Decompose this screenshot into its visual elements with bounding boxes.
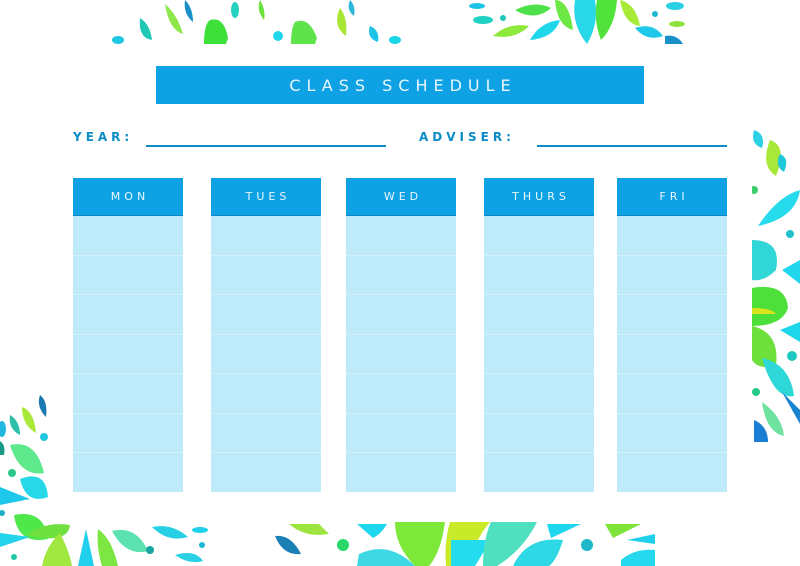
schedule-slot[interactable] [484, 295, 594, 335]
schedule-slot[interactable] [484, 256, 594, 296]
day-header: TUES [211, 178, 321, 216]
day-header: FRI [617, 178, 727, 216]
day-header: MON [73, 178, 183, 216]
decorative-petals-right [752, 130, 800, 442]
schedule-slot[interactable] [211, 216, 321, 256]
day-column-thurs: THURS [484, 178, 594, 492]
decorative-petals-top-left [110, 0, 440, 44]
schedule-slot[interactable] [211, 374, 321, 414]
day-label: THURS [512, 190, 570, 203]
decorative-petals-top-right [465, 0, 690, 44]
adviser-field[interactable] [537, 145, 727, 147]
schedule-slot[interactable] [484, 216, 594, 256]
decorative-petals-bottom-center [265, 520, 655, 566]
schedule-slot[interactable] [346, 414, 456, 454]
schedule-slot[interactable] [484, 453, 594, 492]
schedule-slot[interactable] [211, 335, 321, 375]
schedule-slot[interactable] [617, 216, 727, 256]
day-label: MON [110, 190, 150, 203]
schedule-slot[interactable] [617, 335, 727, 375]
day-header: WED [346, 178, 456, 216]
schedule-slot[interactable] [346, 216, 456, 256]
schedule-slot[interactable] [73, 374, 183, 414]
schedule-slot[interactable] [346, 256, 456, 296]
schedule-slot[interactable] [211, 414, 321, 454]
day-label: WED [383, 190, 423, 203]
schedule-slot[interactable] [484, 414, 594, 454]
schedule-slot[interactable] [211, 256, 321, 296]
schedule-slot[interactable] [211, 295, 321, 335]
day-slots [211, 216, 321, 492]
schedule-slot[interactable] [346, 453, 456, 492]
year-field[interactable] [146, 145, 386, 147]
day-column-fri: FRI [617, 178, 727, 492]
schedule-slot[interactable] [617, 414, 727, 454]
schedule-slot[interactable] [617, 256, 727, 296]
day-header: THURS [484, 178, 594, 216]
schedule-slot[interactable] [617, 374, 727, 414]
schedule-slot[interactable] [346, 295, 456, 335]
adviser-label: ADVISER: [419, 130, 515, 144]
day-label: TUES [245, 190, 291, 203]
day-label: FRI [659, 190, 689, 203]
schedule-slot[interactable] [73, 335, 183, 375]
day-column-wed: WED [346, 178, 456, 492]
day-column-mon: MON [73, 178, 183, 492]
schedule-slot[interactable] [617, 295, 727, 335]
schedule-slot[interactable] [73, 295, 183, 335]
schedule-slot[interactable] [346, 374, 456, 414]
schedule-slot[interactable] [211, 453, 321, 492]
schedule-slot[interactable] [73, 414, 183, 454]
schedule-slot[interactable] [346, 335, 456, 375]
day-column-tues: TUES [211, 178, 321, 492]
day-slots [73, 216, 183, 492]
day-slots [346, 216, 456, 492]
schedule-slot[interactable] [484, 374, 594, 414]
schedule-slot[interactable] [73, 216, 183, 256]
schedule-slot[interactable] [617, 453, 727, 492]
title-banner: CLASS SCHEDULE [156, 66, 644, 104]
schedule-slot[interactable] [73, 453, 183, 492]
schedule-slot[interactable] [73, 256, 183, 296]
schedule-title: CLASS SCHEDULE [289, 75, 517, 95]
day-slots [484, 216, 594, 492]
day-slots [617, 216, 727, 492]
schedule-slot[interactable] [484, 335, 594, 375]
year-label: YEAR: [73, 130, 134, 144]
